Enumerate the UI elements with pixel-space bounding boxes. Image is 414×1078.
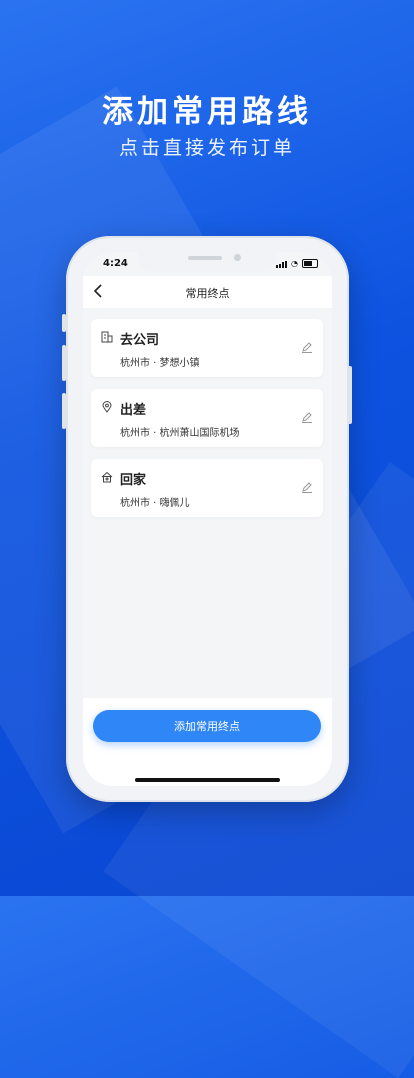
phone-screen: 4:24 ◔ 常用终点 去公司 杭州市 · 梦想小镇 出差 杭州市 · 杭州萧山… bbox=[83, 252, 332, 786]
destination-title: 回家 bbox=[120, 473, 147, 488]
edit-icon[interactable] bbox=[301, 411, 313, 423]
phone-notch bbox=[138, 252, 277, 272]
speaker bbox=[188, 256, 222, 260]
location-pin-icon bbox=[102, 401, 112, 413]
page-title: 常用终点 bbox=[185, 287, 230, 300]
wifi-icon: ◔ bbox=[291, 259, 298, 268]
camera bbox=[234, 254, 241, 261]
phone-side-button bbox=[62, 314, 66, 332]
destination-address: 杭州市 · 梦想小镇 bbox=[120, 358, 200, 369]
home-indicator bbox=[135, 778, 280, 782]
edit-icon[interactable] bbox=[301, 341, 313, 353]
promo-headline: 添加常用路线 bbox=[102, 94, 312, 130]
destination-card[interactable]: 出差 杭州市 · 杭州萧山国际机场 bbox=[91, 389, 323, 447]
home-icon bbox=[101, 471, 113, 483]
status-time: 4:24 bbox=[103, 258, 128, 269]
destination-card[interactable]: 回家 杭州市 · 嗨佩儿 bbox=[91, 459, 323, 517]
destination-title: 出差 bbox=[120, 403, 147, 418]
destination-card[interactable]: 去公司 杭州市 · 梦想小镇 bbox=[91, 319, 323, 377]
promo-subline: 点击直接发布订单 bbox=[118, 137, 295, 159]
destination-address: 杭州市 · 杭州萧山国际机场 bbox=[120, 428, 240, 439]
edit-icon[interactable] bbox=[301, 481, 313, 493]
phone-side-button bbox=[348, 366, 352, 424]
signal-icon bbox=[276, 261, 288, 268]
destination-address: 杭州市 · 嗨佩儿 bbox=[120, 498, 190, 509]
add-destination-button[interactable]: 添加常用终点 bbox=[93, 710, 321, 742]
phone-side-button bbox=[62, 345, 66, 381]
phone-side-button bbox=[62, 393, 66, 429]
navbar: 常用终点 bbox=[83, 276, 332, 308]
building-icon bbox=[101, 331, 113, 343]
status-icons: ◔ bbox=[276, 259, 318, 268]
destination-title: 去公司 bbox=[120, 333, 160, 348]
bottom-bar: 添加常用终点 bbox=[83, 698, 332, 786]
battery-icon bbox=[302, 259, 318, 268]
